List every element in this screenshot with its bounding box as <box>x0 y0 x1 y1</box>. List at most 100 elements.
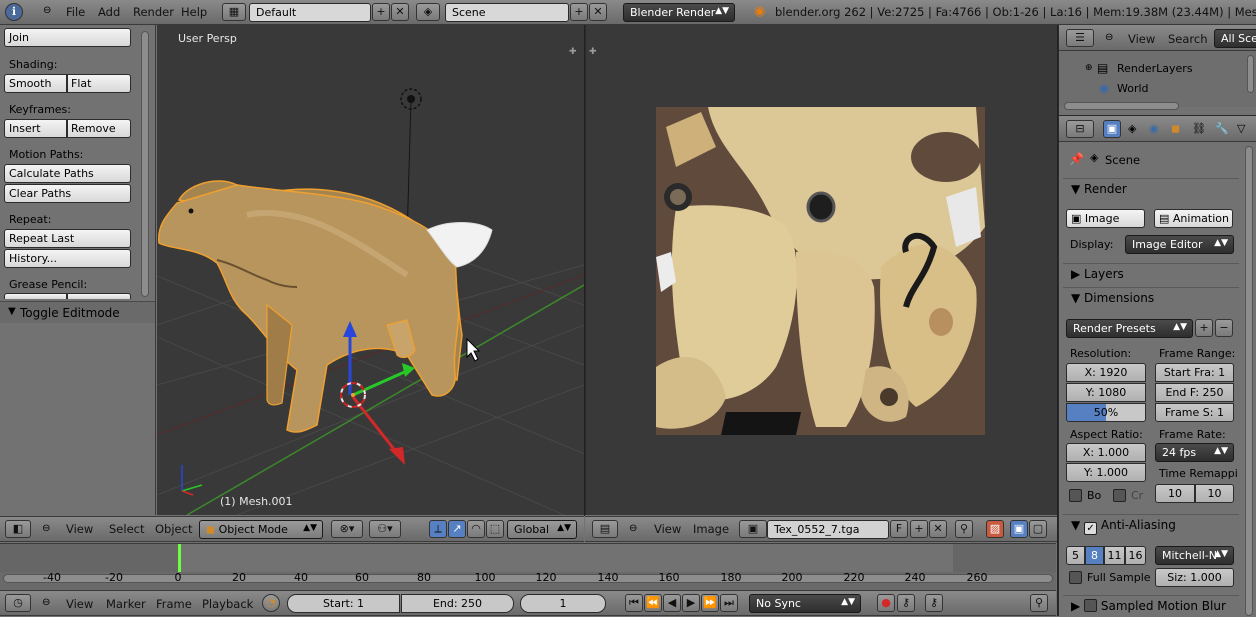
tree-expand-icon[interactable]: ⊕ <box>1085 63 1093 73</box>
screen-layout-field[interactable]: Default <box>249 3 371 22</box>
scene-context-icon[interactable]: ◈ <box>1128 122 1136 135</box>
sync-mode-dropdown[interactable]: No Sync ▲▼ <box>749 594 861 613</box>
play-reverse-icon[interactable]: ◀ <box>663 594 681 612</box>
collapse-triangle-icon[interactable]: ▼ <box>8 306 16 317</box>
calculate-paths-button[interactable]: Calculate Paths <box>4 164 131 183</box>
render-animation-button[interactable]: ▤ Animation <box>1154 209 1233 228</box>
pin-image-icon[interactable]: ⚲ <box>955 520 973 538</box>
outliner-hscrollbar[interactable] <box>1064 102 1179 110</box>
render-panel-header[interactable]: ▼ Render <box>1063 178 1239 200</box>
end-frame-timeline-field[interactable]: End: 250 <box>401 594 514 613</box>
fake-user-button[interactable]: F <box>890 520 908 538</box>
jump-to-keyframe-forward-icon[interactable]: ⏩ <box>701 594 719 612</box>
uv-sync-icon[interactable]: ▣ <box>1010 520 1028 538</box>
remove-scene-icon[interactable]: ✕ <box>589 3 607 21</box>
timeline-scrollbar[interactable] <box>3 574 1053 583</box>
menu-view[interactable]: View <box>66 597 93 611</box>
jump-to-end-icon[interactable]: ⏭ <box>720 594 738 612</box>
rotate-manipulator-icon[interactable]: ◠ <box>467 520 485 538</box>
scene-icon[interactable]: ◈ <box>416 3 440 21</box>
unlink-image-icon[interactable]: ✕ <box>929 520 947 538</box>
uv-select-mode-icon[interactable]: ▢ <box>1029 520 1047 538</box>
join-button[interactable]: Join <box>4 28 131 47</box>
play-icon[interactable]: ▶ <box>682 594 700 612</box>
repeat-last-button[interactable]: Repeat Last <box>4 229 131 248</box>
remove-screen-icon[interactable]: ✕ <box>391 3 409 21</box>
aa-samples-8[interactable]: 8 <box>1085 546 1104 565</box>
resolution-y-field[interactable]: Y: 1080 <box>1066 383 1146 402</box>
menu-object[interactable]: Object <box>155 522 192 536</box>
render-image-button[interactable]: ▣ Image <box>1066 209 1145 228</box>
add-screen-icon[interactable]: + <box>372 3 390 21</box>
keyframe-insert-icon[interactable]: ⚲ <box>1030 594 1048 612</box>
menu-view[interactable]: View <box>654 522 681 536</box>
constraints-context-icon[interactable]: ⛓ <box>1192 122 1206 135</box>
viewport-editor-type-icon[interactable]: ◧ <box>5 520 31 538</box>
menu-add[interactable]: Add <box>98 5 120 19</box>
collapse-menu-icon[interactable]: ⊖ <box>43 5 51 16</box>
image-editor-type-icon[interactable]: ▤ <box>592 520 618 538</box>
collapse-menu-icon[interactable]: ⊖ <box>1105 32 1113 43</box>
outliner-editor-type-icon[interactable]: ☰ <box>1066 29 1094 47</box>
start-frame-timeline-field[interactable]: Start: 1 <box>287 594 400 613</box>
timeline-editor-type-icon[interactable]: ◷ <box>5 594 31 612</box>
image-browse-icon[interactable]: ▣ <box>739 520 767 538</box>
history-button[interactable]: History... <box>4 249 131 268</box>
current-frame-cursor[interactable] <box>178 544 181 572</box>
toggle-editmode-label[interactable]: Toggle Editmode <box>20 306 120 320</box>
filter-size-field[interactable]: Siz: 1.000 <box>1155 568 1234 587</box>
menu-file[interactable]: File <box>66 5 85 19</box>
record-icon[interactable]: ● <box>877 594 895 612</box>
menu-help[interactable]: Help <box>181 5 207 19</box>
render-engine-dropdown[interactable]: Blender Render ▲▼ <box>623 3 735 22</box>
motion-blur-panel-header[interactable]: ▶ Sampled Motion Blur <box>1063 595 1239 617</box>
pin-icon[interactable]: 📌 <box>1069 152 1084 166</box>
menu-image[interactable]: Image <box>693 522 729 536</box>
remap-old-field[interactable]: 10 <box>1155 484 1195 503</box>
area-divider[interactable] <box>584 25 585 516</box>
end-frame-field[interactable]: End F: 250 <box>1155 383 1234 402</box>
layers-panel-header[interactable]: ▶ Layers <box>1063 263 1239 285</box>
resolution-x-field[interactable]: X: 1920 <box>1066 363 1146 382</box>
menu-playback[interactable]: Playback <box>202 597 253 611</box>
modifiers-context-icon[interactable]: 🔧 <box>1215 122 1229 135</box>
aa-samples-16[interactable]: 16 <box>1125 546 1146 565</box>
menu-view[interactable]: View <box>1128 32 1155 46</box>
area-split-icon[interactable]: ✚ <box>569 47 577 57</box>
add-scene-icon[interactable]: + <box>570 3 588 21</box>
aa-samples-5[interactable]: 5 <box>1066 546 1085 565</box>
current-frame-field[interactable]: 1 <box>520 594 606 613</box>
dimensions-panel-header[interactable]: ▼ Dimensions <box>1063 287 1239 309</box>
start-frame-field[interactable]: Start Fra: 1 <box>1155 363 1234 382</box>
menu-marker[interactable]: Marker <box>106 597 146 611</box>
grease-pencil-draw-button[interactable] <box>4 293 67 299</box>
anti-aliasing-checkbox[interactable]: ✓ <box>1084 522 1098 535</box>
frame-rate-dropdown[interactable]: 24 fps ▲▼ <box>1155 443 1234 462</box>
frame-step-field[interactable]: Frame S: 1 <box>1155 403 1234 422</box>
translate-manipulator-icon[interactable]: ↗ <box>448 520 466 538</box>
viewport-shading-icon[interactable]: ⊗▾ <box>331 520 363 538</box>
menu-search[interactable]: Search <box>1168 32 1208 46</box>
jump-to-keyframe-back-icon[interactable]: ⏪ <box>644 594 662 612</box>
motion-blur-checkbox[interactable] <box>1084 599 1098 612</box>
outliner-scrollbar[interactable] <box>1247 55 1254 93</box>
crop-checkbox[interactable] <box>1113 489 1126 502</box>
3d-viewport[interactable]: User Persp (1) Mesh.001 ✚ <box>157 25 584 515</box>
aa-samples-11[interactable]: 11 <box>1104 546 1125 565</box>
image-editor[interactable]: ✚ <box>585 25 1057 515</box>
aspect-x-field[interactable]: X: 1.000 <box>1066 443 1146 462</box>
menu-frame[interactable]: Frame <box>156 597 192 611</box>
data-context-icon[interactable]: ▽ <box>1237 122 1245 135</box>
border-checkbox[interactable] <box>1069 489 1082 502</box>
preview-range-icon[interactable]: ◔ <box>262 594 280 612</box>
remove-keyframe-button[interactable]: Remove <box>67 119 131 138</box>
insert-keyframe-button[interactable]: Insert <box>4 119 67 138</box>
pivot-point-icon[interactable]: ⚇▾ <box>369 520 401 538</box>
mode-dropdown[interactable]: ◼ Object Mode ▲▼ <box>199 520 323 539</box>
remap-new-field[interactable]: 10 <box>1195 484 1234 503</box>
object-context-icon[interactable]: ◼ <box>1171 122 1180 135</box>
resolution-percentage-slider[interactable]: 50% <box>1066 403 1146 422</box>
area-divider[interactable] <box>1057 25 1058 616</box>
properties-editor-type-icon[interactable]: ⊟ <box>1066 120 1094 138</box>
grease-pencil-line-button[interactable] <box>67 293 131 299</box>
